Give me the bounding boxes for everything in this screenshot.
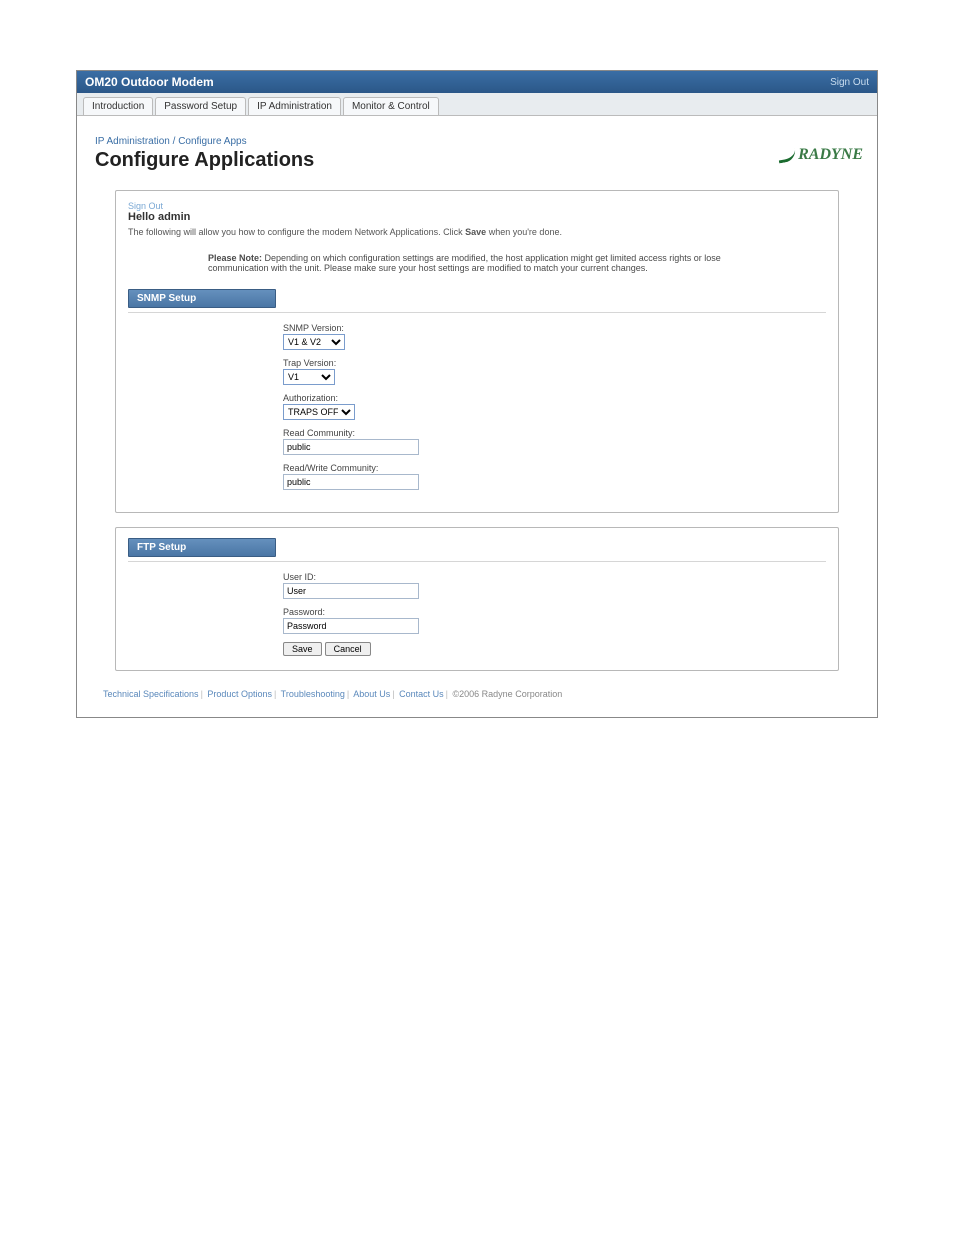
footer-link-about[interactable]: About Us bbox=[353, 689, 390, 699]
rw-community-input[interactable] bbox=[283, 474, 419, 490]
rw-community-group: Read/Write Community: bbox=[283, 463, 826, 490]
trap-version-select[interactable]: V1 bbox=[283, 369, 335, 385]
authorization-select[interactable]: TRAPS OFF bbox=[283, 404, 355, 420]
read-community-input[interactable] bbox=[283, 439, 419, 455]
footer-link-contact[interactable]: Contact Us bbox=[399, 689, 444, 699]
divider bbox=[128, 312, 826, 313]
app-window: OM20 Outdoor Modem Sign Out Introduction… bbox=[76, 70, 878, 718]
read-community-group: Read Community: bbox=[283, 428, 826, 455]
ftp-user-input[interactable] bbox=[283, 583, 419, 599]
ftp-user-group: User ID: bbox=[283, 572, 826, 599]
ftp-user-label: User ID: bbox=[283, 572, 826, 582]
ftp-section-header: FTP Setup bbox=[128, 538, 276, 557]
read-community-label: Read Community: bbox=[283, 428, 826, 438]
swoosh-icon bbox=[777, 147, 797, 163]
tab-ip-administration[interactable]: IP Administration bbox=[248, 97, 341, 115]
trap-version-label: Trap Version: bbox=[283, 358, 826, 368]
footer-link-troubleshooting[interactable]: Troubleshooting bbox=[281, 689, 345, 699]
content-area: IP Administration / Configure Apps Confi… bbox=[77, 116, 877, 717]
snmp-section-header: SNMP Setup bbox=[128, 289, 276, 308]
signout-link[interactable]: Sign Out bbox=[830, 77, 869, 88]
tab-password-setup[interactable]: Password Setup bbox=[155, 97, 246, 115]
authorization-group: Authorization: TRAPS OFF bbox=[283, 393, 826, 420]
ftp-password-group: Password: bbox=[283, 607, 826, 634]
divider bbox=[128, 561, 826, 562]
tab-monitor-control[interactable]: Monitor & Control bbox=[343, 97, 439, 115]
ftp-password-label: Password: bbox=[283, 607, 826, 617]
please-note: Please Note: Depending on which configur… bbox=[208, 253, 768, 273]
tab-bar: Introduction Password Setup IP Administr… bbox=[77, 93, 877, 116]
title-bar: OM20 Outdoor Modem Sign Out bbox=[77, 71, 877, 93]
authorization-label: Authorization: bbox=[283, 393, 826, 403]
brand-logo: RADYNE bbox=[778, 146, 863, 164]
cancel-button[interactable]: Cancel bbox=[325, 642, 371, 656]
snmp-panel: Sign Out Hello admin The following will … bbox=[115, 190, 839, 513]
footer-link-product-options[interactable]: Product Options bbox=[207, 689, 272, 699]
snmp-version-group: SNMP Version: V1 & V2 bbox=[283, 323, 826, 350]
product-name: OM20 Outdoor Modem bbox=[85, 75, 214, 89]
button-row: Save Cancel bbox=[283, 642, 826, 656]
page-title: Configure Applications bbox=[95, 149, 859, 172]
trap-version-group: Trap Version: V1 bbox=[283, 358, 826, 385]
footer-link-tech-spec[interactable]: Technical Specifications bbox=[103, 689, 199, 699]
greeting-desc: The following will allow you how to conf… bbox=[128, 227, 826, 237]
ftp-password-input[interactable] bbox=[283, 618, 419, 634]
rw-community-label: Read/Write Community: bbox=[283, 463, 826, 473]
greeting-text: Hello admin bbox=[128, 211, 826, 223]
footer-links: Technical Specifications| Product Option… bbox=[95, 685, 859, 707]
snmp-version-select[interactable]: V1 & V2 bbox=[283, 334, 345, 350]
footer-copyright: ©2006 Radyne Corporation bbox=[453, 689, 563, 699]
snmp-version-label: SNMP Version: bbox=[283, 323, 826, 333]
panel-signout-link[interactable]: Sign Out bbox=[128, 201, 826, 211]
tab-introduction[interactable]: Introduction bbox=[83, 97, 153, 115]
save-button[interactable]: Save bbox=[283, 642, 322, 656]
ftp-panel: FTP Setup User ID: Password: Save Cancel bbox=[115, 527, 839, 671]
breadcrumb: IP Administration / Configure Apps bbox=[95, 136, 859, 147]
